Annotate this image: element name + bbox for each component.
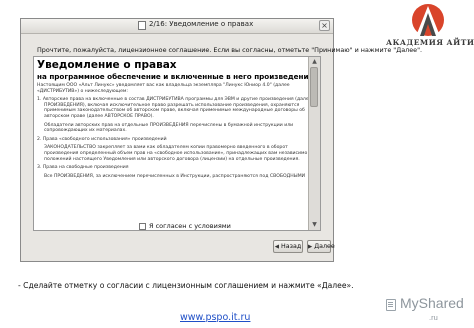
license-intro-line: «ДИСТРИБУТИВ») о нижеследующем: (37, 88, 128, 94)
vertical-scrollbar[interactable]: ▲ ▼ (308, 57, 320, 230)
window-title: 2/16: Уведомление о правах (149, 20, 254, 28)
close-icon[interactable]: × (319, 20, 330, 31)
myshared-brand: MyShared (400, 295, 464, 311)
license-item-line: авторском праве (далее АВТОРСКОЕ ПРАВО). (44, 113, 154, 119)
document-icon (386, 299, 396, 311)
installer-window: 2/16: Уведомление о правах × Прочтите, п… (20, 18, 422, 262)
slide-caption: - Сделайте отметку о согласии с лицензио… (18, 281, 354, 290)
scroll-down-icon[interactable]: ▼ (310, 221, 319, 229)
back-button-label: Назад (281, 243, 302, 250)
myshared-domain: .ru (429, 313, 438, 322)
academy-a-logo-icon (412, 4, 444, 36)
site-link[interactable]: www.pspo.it.ru (180, 312, 250, 323)
next-button[interactable]: ▶ Далее (307, 240, 335, 253)
license-item-line: 1. Авторские права на включенные в соста… (37, 97, 312, 103)
scrollbar-thumb[interactable] (310, 67, 318, 107)
instruction-text: Прочтите, пожалуйста, лицензионное согла… (37, 46, 423, 54)
document-icon (138, 21, 146, 30)
license-item-line: положений настоящего Уведомления или авт… (44, 156, 300, 162)
academy-logo: АКАДЕМИЯ АЙТИ (386, 2, 474, 48)
license-heading: Уведомление о правах (37, 59, 177, 71)
agree-checkbox[interactable] (139, 223, 146, 230)
license-item-line: Все ПРОИЗВЕДЕНИЯ, за исключением перечис… (44, 173, 306, 179)
license-item-line: произведения определенный объем прав на … (44, 150, 315, 156)
license-text-area: Уведомление о правах на программное обес… (33, 56, 321, 231)
agree-checkbox-label[interactable]: Я согласен с условиями (149, 222, 231, 230)
license-intro-line: Настоящим ООО «Альт Линукс» уведомляет в… (37, 83, 290, 88)
arrow-right-icon: ▶ (308, 244, 313, 250)
license-item-title: 3. Права на свободные произведения (37, 165, 129, 171)
back-button[interactable]: ◀ Назад (273, 240, 303, 253)
arrow-left-icon: ◀ (274, 244, 280, 250)
license-item-line: сопровождающих их материалах. (44, 128, 127, 134)
next-button-label: Далее (314, 243, 335, 250)
window-titlebar: 2/16: Уведомление о правах × (21, 19, 333, 34)
license-item-title: 2. Права «свободного использования» прои… (37, 136, 167, 142)
license-subheading: на программное обеспечение и включенные … (37, 72, 314, 81)
myshared-watermark: MyShared .ru (386, 294, 472, 324)
scroll-up-icon[interactable]: ▲ (310, 58, 319, 66)
